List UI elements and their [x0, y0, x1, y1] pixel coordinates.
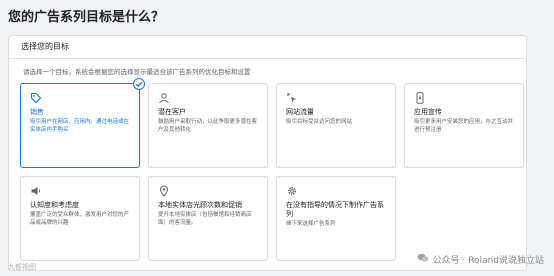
check-icon — [133, 78, 145, 90]
phone-icon — [416, 92, 424, 104]
page-title: 您的广告系列目标是什么？ — [8, 10, 165, 25]
goal-card-title: 认知度和考虑度 — [30, 201, 79, 209]
goal-card-title: 潜在客户 — [158, 108, 186, 116]
goal-card-title: 销售 — [30, 108, 44, 116]
goal-card-no-guidance[interactable]: 在没有指导的情况下制作广告系列 继下来选择广告系列 — [276, 176, 396, 261]
goal-card-description: 鼓励用户采取行动，以此争取更多潜在客户及其他转化 — [158, 119, 258, 133]
person-icon — [159, 93, 169, 104]
goal-card-description: 吸引目标受众访问您的网站 — [286, 119, 353, 125]
panel-divider — [9, 58, 526, 59]
goal-card-sales[interactable]: 销售 吸引用户在网店、应用内、通过电话或在实体店内手购买 — [20, 78, 145, 168]
cursor-click-icon — [287, 93, 296, 103]
goal-card-title: 在没有指导的情况下制作广告系列 — [286, 201, 384, 218]
goal-card-title: 网站流量 — [286, 108, 314, 116]
goal-card-description: 吸引更多用户安装您的应用，与之互动并进行预注册 — [414, 119, 514, 133]
panel-description: 请选择一个目标。系统会根据您的选择显示最适合该广告系列的优化目标和设置 — [23, 68, 251, 76]
location-pin-icon — [159, 185, 169, 197]
goal-card-leads[interactable]: 潜在客户 鼓励用户采取行动，以此争取更多潜在客户及其他转化 — [148, 83, 268, 168]
goal-card-awareness[interactable]: 认知度和考虑度 覆盖广泛的受众群体，激发用户对您的产品或品牌的兴趣 — [20, 176, 140, 261]
wechat-icon — [417, 253, 429, 266]
tag-icon — [30, 92, 42, 104]
goal-card-local-store[interactable]: 本地实体店光顾次数和促销 提升本地实体店（包括餐馆和经销商店面）的客流量。 — [148, 176, 268, 261]
goal-card-description: 吸引用户在网店、应用内、通过电话或在实体店内手购买 — [30, 119, 130, 133]
goal-panel: 选择您的目标 请选择一个目标。系统会根据您的选择显示最适合该广告系列的优化目标和… — [8, 35, 527, 271]
goal-card-title: 应用宣传 — [414, 108, 442, 116]
gear-icon — [287, 186, 297, 196]
goal-card-website-traffic[interactable]: 网站流量 吸引目标受众访问您的网站 — [276, 83, 396, 168]
watermark-text: 公众号 · Roland说说独立站 — [432, 256, 544, 266]
watermark-left: 九都视图 — [8, 263, 36, 271]
megaphone-icon — [31, 187, 41, 195]
goal-card-app-promotion[interactable]: 应用宣传 吸引更多用户安装您的应用，与之互动并进行预注册 — [404, 83, 524, 168]
goal-card-description: 继下来选择广告系列 — [286, 221, 336, 227]
goal-card-title: 本地实体店光顾次数和促销 — [158, 201, 242, 209]
panel-header: 选择您的目标 — [21, 42, 69, 51]
goal-card-description: 提升本地实体店（包括餐馆和经销商店面）的客流量。 — [158, 212, 252, 226]
goal-card-description: 覆盖广泛的受众群体，激发用户对您的产品或品牌的兴趣 — [30, 212, 130, 226]
watermark: 公众号 · Roland说说独立站 — [417, 253, 544, 266]
